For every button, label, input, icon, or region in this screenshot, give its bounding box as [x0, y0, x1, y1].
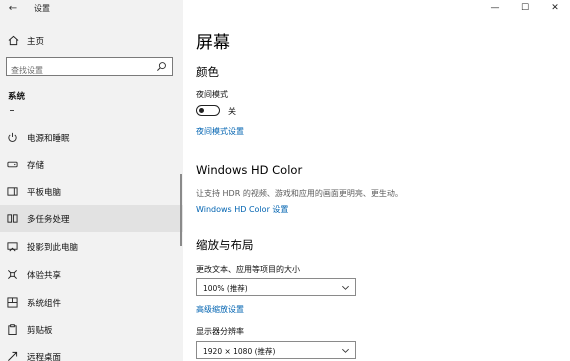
hd-color-settings-link[interactable]: Windows HD Color 设置 [196, 204, 288, 215]
back-button[interactable]: ← [6, 2, 20, 16]
advanced-scaling-link[interactable]: 高级缩放设置 [196, 304, 244, 315]
scale-layout-section-title: 缩放与布局 [196, 238, 254, 252]
sidebar-item-power-sleep[interactable]: 电源和睡眠 [0, 124, 183, 151]
close-button[interactable]: ✕ [540, 0, 570, 18]
home-icon [8, 35, 19, 46]
sidebar-item-clipboard[interactable]: 剪贴板 [0, 316, 183, 343]
search-field[interactable] [6, 57, 173, 79]
maximize-button[interactable]: ☐ [510, 0, 540, 18]
window-controls: — ☐ ✕ [480, 0, 570, 18]
scale-label: 更改文本、应用等项目的大小 [196, 265, 300, 274]
sidebar-item-label: 剪贴板 [27, 326, 53, 336]
sidebar-item-label: 投影到此电脑 [27, 243, 79, 253]
storage-icon [7, 161, 18, 168]
sidebar-scrollbar[interactable] [180, 174, 182, 246]
app-title: 设置 [34, 4, 50, 13]
sidebar-item-label: 远程桌面 [27, 353, 62, 361]
power-icon [8, 132, 17, 142]
resolution-dropdown-value: 1920 × 1080 (推荐) [203, 347, 276, 356]
toggle-state-label: 关 [228, 107, 236, 116]
search-icon[interactable] [156, 61, 167, 72]
multitasking-icon [7, 214, 18, 223]
sidebar-item-shared-experiences[interactable]: 体验共享 [0, 261, 183, 288]
sidebar-item-label: 存储 [27, 161, 45, 171]
partial-item-divider [10, 110, 14, 111]
sidebar-item-label: 多任务处理 [27, 215, 70, 225]
sidebar-item-system-components[interactable]: 系统组件 [0, 289, 183, 316]
projecting-icon [7, 242, 18, 252]
night-light-label: 夜间模式 [196, 90, 228, 99]
resolution-label: 显示器分辨率 [196, 327, 244, 336]
night-light-toggle[interactable] [196, 105, 220, 116]
shared-experiences-icon [8, 270, 17, 279]
minimize-button[interactable]: — [480, 0, 510, 18]
sidebar-item-label: 平板电脑 [27, 188, 62, 198]
remote-desktop-icon [8, 351, 18, 361]
sidebar-item-storage[interactable]: 存储 [0, 151, 183, 178]
resolution-dropdown[interactable]: 1920 × 1080 (推荐) [196, 341, 356, 359]
sidebar-item-label: 体验共享 [27, 271, 62, 281]
sidebar-item-home[interactable]: 主页 [0, 32, 183, 50]
system-components-icon [7, 297, 18, 308]
chevron-down-icon [342, 348, 349, 353]
tablet-icon [7, 187, 18, 196]
color-section-title: 颜色 [196, 65, 219, 79]
search-input[interactable] [7, 62, 147, 79]
toggle-knob [199, 107, 204, 113]
sidebar-item-tablet[interactable]: 平板电脑 [0, 178, 183, 205]
sidebar-item-projecting[interactable]: 投影到此电脑 [0, 233, 183, 260]
titlebar: ← 设置 [0, 0, 183, 18]
hd-color-description: 让支持 HDR 的视频、游戏和应用的画面更明亮、更生动。 [196, 189, 403, 198]
sidebar-section-title: 系统 [8, 92, 26, 102]
clipboard-icon [8, 324, 17, 335]
sidebar-item-label: 主页 [27, 37, 45, 47]
sidebar-item-remote-desktop[interactable]: 远程桌面 [0, 343, 183, 361]
chevron-down-icon [342, 285, 349, 290]
night-light-settings-link[interactable]: 夜间模式设置 [196, 126, 244, 137]
scale-dropdown[interactable]: 100% (推荐) [196, 278, 356, 296]
scale-dropdown-value: 100% (推荐) [203, 284, 248, 293]
sidebar-item-label: 系统组件 [27, 299, 62, 309]
sidebar-item-label: 电源和睡眠 [27, 134, 70, 144]
sidebar: ← 设置 主页 系统 电源和睡眠 存储 [0, 0, 183, 361]
hd-color-section-title: Windows HD Color [196, 163, 303, 177]
page-title: 屏幕 [196, 33, 230, 53]
sidebar-item-multitasking[interactable]: 多任务处理 [0, 205, 183, 232]
